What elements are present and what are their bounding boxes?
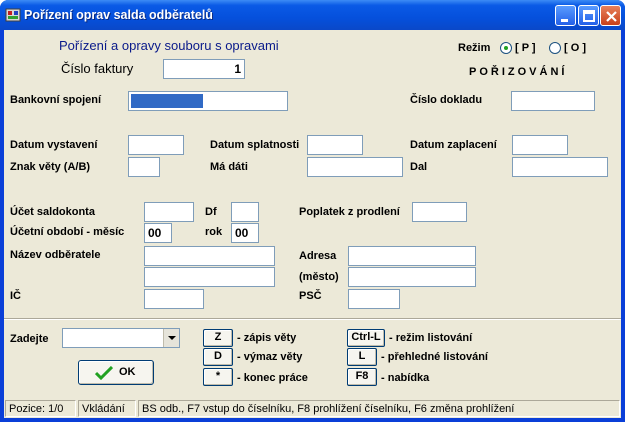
city-label: (město)	[299, 271, 339, 283]
status-bar: Pozice: 1/0 Vkládání BS odb., F7 vstup d…	[4, 399, 621, 418]
doc-no-field[interactable]	[511, 91, 595, 111]
key-star[interactable]: *	[203, 368, 233, 386]
ic-field[interactable]	[144, 289, 204, 309]
row-sign-field[interactable]	[128, 157, 160, 177]
due-date-field[interactable]	[307, 135, 363, 155]
debit-label: Má dáti	[210, 161, 248, 173]
psc-field[interactable]	[348, 289, 400, 309]
doc-no-label: Číslo dokladu	[410, 94, 483, 106]
mode-p-label: [ P ]	[515, 42, 536, 54]
zadejte-label: Zadejte	[10, 333, 49, 345]
invoice-label: Číslo faktury	[61, 61, 134, 76]
title-bar[interactable]: Pořízení oprav salda odběratelů	[0, 0, 625, 30]
invoice-number-field[interactable]: 1	[163, 59, 245, 79]
issue-date-label: Datum vystavení	[10, 139, 98, 151]
mode-o-label: [ O ]	[564, 42, 586, 54]
checkmark-icon	[95, 366, 113, 380]
mode-label: Režim	[458, 42, 491, 54]
chevron-down-icon[interactable]	[163, 329, 179, 347]
customer-name-field-2[interactable]	[144, 267, 275, 287]
issue-date-field[interactable]	[128, 135, 184, 155]
account-label: Účet saldokonta	[10, 206, 95, 218]
mode-o-radio[interactable]	[549, 42, 561, 54]
address-field[interactable]	[348, 246, 476, 266]
key-ctrl-l-desc: - režim listování	[389, 332, 473, 344]
form-heading: Pořízení a opravy souboru s opravami	[59, 38, 279, 53]
bank-field[interactable]	[128, 91, 288, 111]
customer-name-field[interactable]	[144, 246, 275, 266]
ok-button[interactable]: OK	[78, 360, 154, 385]
period-month-label: Účetní období - měsíc	[10, 226, 125, 238]
key-l-desc: - přehledné listování	[381, 351, 488, 363]
app-icon	[5, 8, 21, 22]
late-fee-label: Poplatek z prodlení	[299, 206, 400, 218]
footer-separator	[4, 318, 621, 320]
psc-label: PSČ	[299, 290, 322, 302]
app-window: Pořízení oprav salda odběratelů Pořízení…	[0, 0, 625, 422]
df-field[interactable]	[231, 202, 259, 222]
address-label: Adresa	[299, 250, 337, 262]
key-l[interactable]: L	[347, 348, 377, 366]
ok-label: OK	[119, 366, 136, 378]
period-month-field[interactable]: 00	[144, 223, 172, 243]
bank-label: Bankovní spojení	[10, 94, 102, 106]
close-button[interactable]	[600, 5, 621, 26]
status-position: Pozice: 1/0	[5, 400, 76, 417]
bank-field-selection	[131, 94, 203, 108]
status-hint: BS odb., F7 vstup do číselníku, F8 prohl…	[138, 400, 620, 417]
late-fee-field[interactable]	[412, 202, 467, 222]
key-star-desc: - konec práce	[237, 372, 308, 384]
key-d-desc: - výmaz věty	[237, 351, 303, 363]
zadejte-combo[interactable]	[62, 328, 180, 348]
window-title: Pořízení oprav salda odběratelů	[24, 8, 213, 22]
key-z[interactable]: Z	[203, 329, 233, 347]
minimize-icon	[561, 19, 568, 22]
year-label: rok	[205, 226, 223, 238]
year-field[interactable]: 00	[231, 223, 259, 243]
key-d[interactable]: D	[203, 348, 233, 366]
form-area: Pořízení a opravy souboru s opravami Čís…	[4, 30, 621, 418]
city-field[interactable]	[348, 267, 476, 287]
due-date-label: Datum splatnosti	[210, 139, 300, 151]
paid-date-field[interactable]	[512, 135, 568, 155]
key-z-desc: - zápis věty	[237, 332, 297, 344]
key-f8-desc: - nabídka	[381, 372, 430, 384]
paid-date-label: Datum zaplacení	[410, 139, 497, 151]
status-mode: Vkládání	[78, 400, 136, 417]
credit-field[interactable]	[512, 157, 608, 177]
key-ctrl-l[interactable]: Ctrl-L	[347, 329, 385, 347]
minimize-button[interactable]	[555, 5, 576, 26]
credit-label: Dal	[410, 161, 428, 173]
key-f8[interactable]: F8	[347, 368, 377, 386]
account-field[interactable]	[144, 202, 194, 222]
row-sign-label: Znak věty (A/B)	[10, 161, 91, 173]
maximize-icon	[583, 10, 595, 22]
df-label: Df	[205, 206, 217, 218]
mode-p-radio[interactable]	[500, 42, 512, 54]
customer-label: Název odběratele	[10, 249, 101, 261]
ic-label: IČ	[10, 290, 21, 302]
mode-status: POŘIZOVÁNÍ	[469, 66, 568, 78]
close-icon	[606, 11, 617, 22]
debit-field[interactable]	[307, 157, 403, 177]
maximize-button[interactable]	[578, 5, 599, 26]
